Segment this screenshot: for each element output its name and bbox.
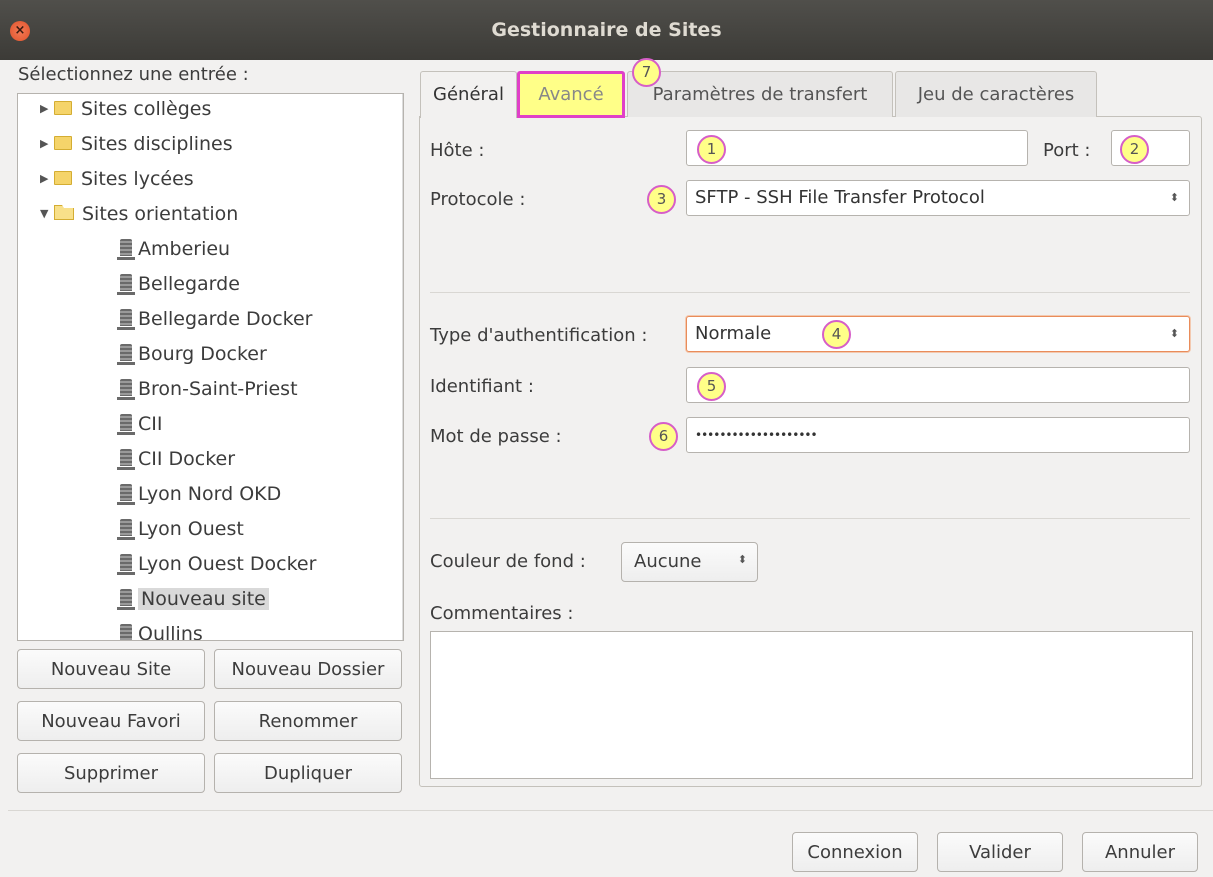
comments-label: Commentaires : xyxy=(430,603,574,624)
tree-site-lyon-nord-okd[interactable]: Lyon Nord OKD xyxy=(117,479,281,509)
password-input[interactable]: •••••••••••••••••••• xyxy=(686,417,1190,453)
annotation-marker-3: 3 xyxy=(647,185,676,214)
tree-folder-sites-disciplines[interactable]: ▶ Sites disciplines xyxy=(40,129,233,159)
collapsed-arrow-icon[interactable]: ▶ xyxy=(40,164,48,194)
comments-textarea[interactable] xyxy=(430,631,1193,779)
user-label: Identifiant : xyxy=(430,376,534,397)
tree-site-bron-saint-priest[interactable]: Bron-Saint-Priest xyxy=(117,374,298,404)
server-icon xyxy=(117,449,135,470)
host-input[interactable] xyxy=(686,130,1028,166)
connect-button[interactable]: Connexion xyxy=(792,832,918,872)
server-icon xyxy=(117,589,135,610)
host-label: Hôte : xyxy=(430,140,485,161)
tree-site-amberieu[interactable]: Amberieu xyxy=(117,234,230,264)
server-icon xyxy=(120,624,132,640)
combo-arrows-icon: ⬍ xyxy=(1169,327,1179,340)
server-icon xyxy=(117,484,135,505)
auth-type-value: Normale xyxy=(695,323,772,344)
protocol-select[interactable]: SFTP - SSH File Transfer Protocol ⬍ xyxy=(686,180,1190,216)
password-label: Mot de passe : xyxy=(430,426,562,447)
tree-site-cii[interactable]: CII xyxy=(117,409,162,439)
collapsed-arrow-icon[interactable]: ▶ xyxy=(40,94,48,124)
tree-site-nouveau-site[interactable]: Nouveau site xyxy=(117,584,269,614)
collapsed-arrow-icon[interactable]: ▶ xyxy=(40,129,48,159)
select-entry-label: Sélectionnez une entrée : xyxy=(18,64,249,85)
title-bar: × Gestionnaire de Sites xyxy=(0,0,1213,60)
tree-site-bourg-docker[interactable]: Bourg Docker xyxy=(117,339,267,369)
duplicate-button[interactable]: Dupliquer xyxy=(214,753,402,793)
server-icon xyxy=(117,519,135,540)
auth-type-select[interactable]: Normale ⬍ xyxy=(686,316,1190,352)
annotation-marker-5: 5 xyxy=(697,372,726,401)
tree-folder-sites-lycees[interactable]: ▶ Sites lycées xyxy=(40,164,194,194)
folder-icon xyxy=(54,170,72,185)
tab-charset[interactable]: Jeu de caractères xyxy=(895,71,1097,117)
cancel-button[interactable]: Annuler xyxy=(1082,832,1198,872)
new-site-button[interactable]: Nouveau Site xyxy=(17,649,205,689)
footer-divider xyxy=(8,810,1213,811)
window-title: Gestionnaire de Sites xyxy=(491,19,722,41)
new-bookmark-button[interactable]: Nouveau Favori xyxy=(17,701,205,741)
tab-advanced[interactable]: Avancé xyxy=(517,71,625,118)
annotation-marker-2: 2 xyxy=(1120,135,1149,164)
server-icon xyxy=(117,379,135,400)
server-icon xyxy=(117,309,135,330)
tree-folder-sites-colleges[interactable]: ▶ Sites collèges xyxy=(40,94,211,124)
tree-site-oullins[interactable]: Oullins xyxy=(120,619,203,640)
new-folder-button[interactable]: Nouveau Dossier xyxy=(214,649,402,689)
annotation-marker-1: 1 xyxy=(697,135,726,164)
delete-button[interactable]: Supprimer xyxy=(17,753,205,793)
validate-button[interactable]: Valider xyxy=(937,832,1063,872)
tree-site-lyon-ouest[interactable]: Lyon Ouest xyxy=(117,514,244,544)
bg-color-select[interactable]: Aucune ⬍ xyxy=(621,542,758,582)
section-divider xyxy=(430,518,1190,519)
site-tree[interactable]: ▶ Sites collèges ▶ Sites disciplines ▶ S… xyxy=(17,93,404,641)
annotation-marker-4: 4 xyxy=(822,320,851,349)
annotation-marker-6: 6 xyxy=(649,422,678,451)
tab-transfer-settings[interactable]: Paramètres de transfert xyxy=(627,71,893,117)
tree-scrollbar[interactable]: ▲ ▼ xyxy=(402,94,403,640)
rename-button[interactable]: Renommer xyxy=(214,701,402,741)
combo-arrows-icon: ⬍ xyxy=(1169,191,1179,204)
tree-site-lyon-ouest-docker[interactable]: Lyon Ouest Docker xyxy=(117,549,316,579)
combo-arrows-icon: ⬍ xyxy=(737,553,747,566)
annotation-marker-7: 7 xyxy=(632,58,661,87)
protocol-value: SFTP - SSH File Transfer Protocol xyxy=(695,187,985,208)
server-icon xyxy=(117,554,135,575)
open-folder-icon xyxy=(54,205,74,220)
folder-icon xyxy=(54,135,72,150)
server-icon xyxy=(117,344,135,365)
tree-folder-sites-orientation[interactable]: ▼ Sites orientation xyxy=(40,199,238,229)
tree-site-bellegarde-docker[interactable]: Bellegarde Docker xyxy=(117,304,312,334)
user-input[interactable] xyxy=(686,367,1190,403)
server-icon xyxy=(117,274,135,295)
bg-color-value: Aucune xyxy=(634,551,702,572)
folder-icon xyxy=(54,100,72,115)
tree-site-cii-docker[interactable]: CII Docker xyxy=(117,444,235,474)
section-divider xyxy=(430,292,1190,293)
protocol-label: Protocole : xyxy=(430,189,526,210)
tab-general[interactable]: Général xyxy=(420,71,517,118)
server-icon xyxy=(117,239,135,260)
site-manager-window: × Gestionnaire de Sites Sélectionnez une… xyxy=(0,0,1213,877)
server-icon xyxy=(117,414,135,435)
port-label: Port : xyxy=(1043,140,1091,161)
bg-color-label: Couleur de fond : xyxy=(430,551,586,572)
tree-site-bellegarde[interactable]: Bellegarde xyxy=(117,269,240,299)
auth-type-label: Type d'authentification : xyxy=(430,325,648,346)
expanded-arrow-icon[interactable]: ▼ xyxy=(40,199,48,229)
